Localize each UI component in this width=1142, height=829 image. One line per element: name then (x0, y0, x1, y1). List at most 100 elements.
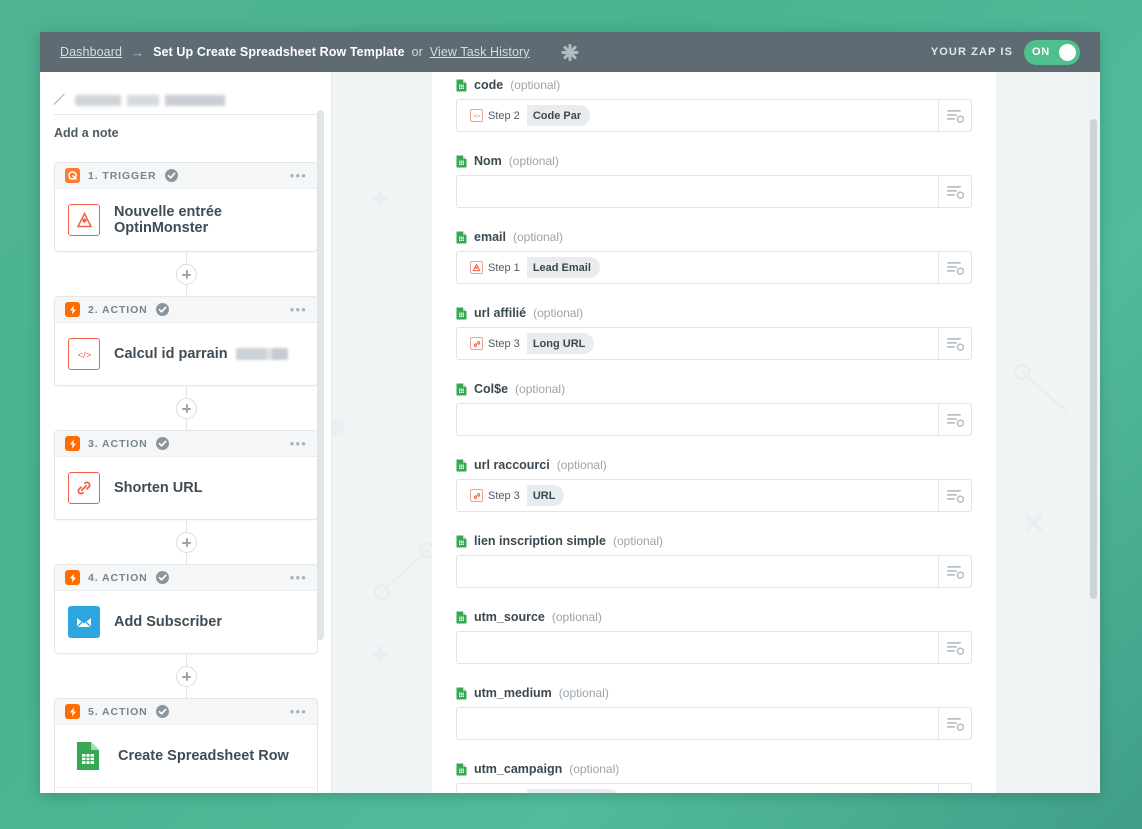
field-input[interactable]: Step 3 Long URL (457, 328, 938, 359)
token-field-label: Code Par (532, 109, 582, 122)
field-label-name: Nom (474, 154, 502, 168)
google-sheets-column-icon (456, 611, 467, 624)
field-label-name: url raccourci (474, 458, 550, 472)
svg-text:</>: </> (473, 114, 480, 119)
field-input[interactable]: </> Step 2 Code Par (457, 100, 938, 131)
zap-toggle-value: ON (1032, 46, 1050, 58)
insert-field-icon[interactable] (938, 632, 971, 663)
insert-field-icon[interactable] (938, 784, 971, 793)
add-step-button[interactable] (175, 531, 197, 553)
step-header: 1. TRIGGER ••• (55, 163, 317, 189)
step-complete-check-icon (164, 169, 178, 182)
step-card-4[interactable]: 4. ACTION ••• Add Subscriber (54, 564, 318, 654)
zap-title-row[interactable] (54, 94, 318, 115)
step-kind-label: 1. TRIGGER (88, 169, 157, 182)
field-input[interactable]: </> Step 2 Utm Campaign (457, 784, 938, 793)
svg-text:</>: </> (77, 350, 91, 361)
form-field-url-raccourci: url raccourci (optional) Step 3 URL (456, 458, 972, 512)
add-step-button[interactable] (175, 397, 197, 419)
form-field-nom: Nom (optional) (456, 154, 972, 208)
field-label: Col$e (optional) (456, 382, 972, 396)
breadcrumb-dashboard-link[interactable]: Dashboard (60, 45, 122, 59)
step-kind-label: 3. ACTION (88, 437, 148, 450)
google-sheets-column-icon (456, 307, 467, 320)
step-connector (54, 252, 318, 296)
token-step-label: Step 2 (488, 109, 520, 122)
view-task-history-link[interactable]: View Task History (430, 45, 530, 59)
step-complete-check-icon (155, 303, 169, 316)
insert-field-icon[interactable] (938, 480, 971, 511)
step-options-menu[interactable]: ••• (290, 705, 307, 718)
mapped-value-token[interactable]: Step 3 URL (465, 485, 565, 506)
field-input-row: </> Step 2 Utm Campaign (456, 783, 972, 793)
field-label: code (optional) (456, 78, 972, 92)
google-sheets-column-icon (456, 459, 467, 472)
step-name: Shorten URL (114, 480, 203, 496)
insert-field-icon[interactable] (938, 404, 971, 435)
step-card-3[interactable]: 3. ACTION ••• Shorten URL (54, 430, 318, 520)
step-connector (54, 386, 318, 430)
insert-field-icon[interactable] (938, 176, 971, 207)
field-optional-tag: (optional) (515, 382, 566, 396)
field-label: utm_medium (optional) (456, 686, 972, 700)
add-step-button[interactable] (175, 263, 197, 285)
loading-spinner-icon (561, 43, 579, 61)
insert-field-icon[interactable] (938, 708, 971, 739)
field-input[interactable] (457, 404, 938, 435)
field-optional-tag: (optional) (510, 78, 561, 92)
add-a-note-button[interactable]: Add a note (54, 126, 318, 140)
add-step-button[interactable] (175, 665, 197, 687)
field-input[interactable]: Step 3 URL (457, 480, 938, 511)
field-label-name: code (474, 78, 504, 92)
field-input[interactable]: Step 1 Lead Email (457, 252, 938, 283)
insert-field-icon[interactable] (938, 328, 971, 359)
field-label-name: utm_medium (474, 686, 552, 700)
mapped-value-token[interactable]: </> Step 2 Code Par (465, 105, 591, 126)
google-sheets-column-icon (456, 763, 467, 776)
field-input[interactable] (457, 556, 938, 587)
field-label-name: utm_campaign (474, 762, 563, 776)
field-input[interactable] (457, 708, 938, 739)
sidebar-scrollbar-thumb[interactable] (317, 110, 324, 640)
step-card-2[interactable]: 2. ACTION ••• </> Calcul id parrain (54, 296, 318, 386)
zap-state-label: YOUR ZAP IS (930, 46, 1013, 58)
mapped-value-token[interactable]: </> Step 2 Utm Campaign (465, 789, 620, 793)
token-field-label: Lead Email (532, 261, 591, 274)
step-card-1[interactable]: 1. TRIGGER ••• Nouvelle entrée OptinMons… (54, 162, 318, 252)
step-options-menu[interactable]: ••• (290, 303, 307, 316)
link-icon (68, 472, 100, 504)
main-scrollbar-thumb[interactable] (1090, 119, 1097, 599)
field-label-name: Col$e (474, 382, 509, 396)
mapped-value-token[interactable]: Step 3 Long URL (465, 333, 595, 354)
field-label-name: lien inscription simple (474, 534, 606, 548)
step-connector (54, 520, 318, 564)
field-label-name: email (474, 230, 506, 244)
action-badge-icon (65, 436, 80, 451)
mapped-value-token[interactable]: Step 1 Lead Email (465, 257, 600, 278)
step-name: Calcul id parrain (114, 346, 288, 362)
zap-on-off-toggle[interactable]: ON (1024, 39, 1080, 65)
token-source: Step 1 (465, 257, 527, 278)
step-options-menu[interactable]: ••• (290, 437, 307, 450)
token-source: </> Step 2 (465, 105, 527, 126)
field-input[interactable] (457, 176, 938, 207)
step-options-menu[interactable]: ••• (290, 571, 307, 584)
google-sheets-column-icon (456, 383, 467, 396)
insert-field-icon[interactable] (938, 100, 971, 131)
step-card-5[interactable]: 5. ACTION ••• Create Spreadsheet Row (54, 698, 318, 793)
form-field-code: code (optional) </> Step 2 Code Par (456, 78, 972, 132)
field-optional-tag: (optional) (551, 610, 602, 624)
link-icon (470, 489, 483, 502)
step-complete-check-icon (155, 705, 169, 718)
form-field-colse: Col$e (optional) (456, 382, 972, 436)
insert-field-icon[interactable] (938, 252, 971, 283)
form-field-utm-campaign: utm_campaign (optional) </> Step 2 (456, 762, 972, 793)
form-field-url-affilie: url affilié (optional) Step 3 Long URL (456, 306, 972, 360)
insert-field-icon[interactable] (938, 556, 971, 587)
field-optional-tag: (optional) (508, 154, 559, 168)
step-name: Create Spreadsheet Row (118, 748, 289, 764)
field-input[interactable] (457, 632, 938, 663)
step-name: Nouvelle entrée OptinMonster (114, 204, 222, 236)
step-options-menu[interactable]: ••• (290, 169, 307, 182)
zap-title-redacted (75, 95, 318, 106)
